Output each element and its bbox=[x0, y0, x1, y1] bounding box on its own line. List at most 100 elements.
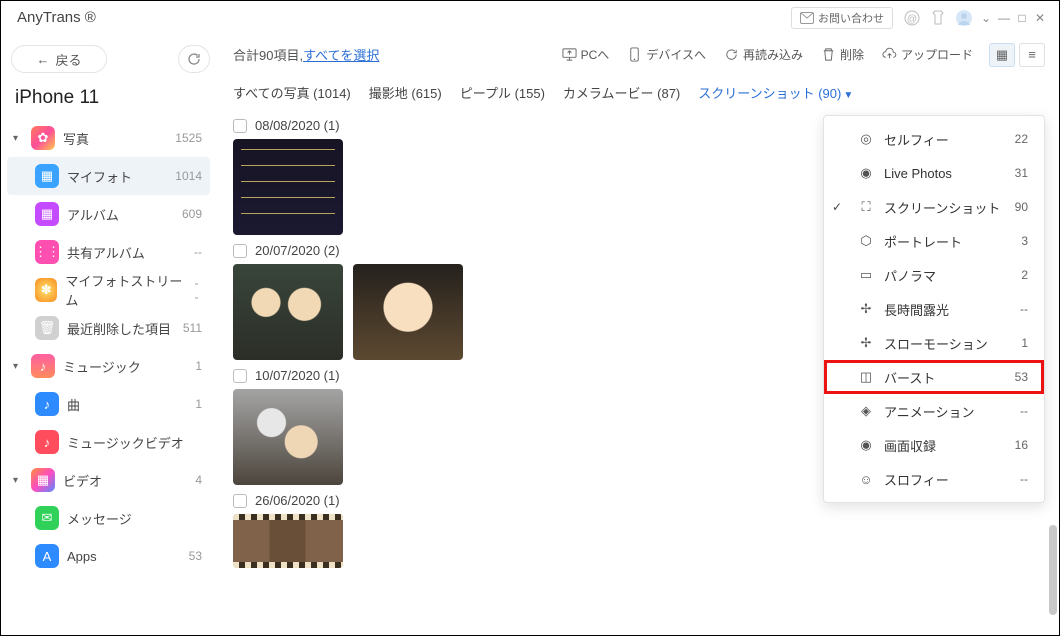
contact-button[interactable]: お問い合わせ bbox=[791, 7, 893, 29]
dropdown-label: セルフィー bbox=[884, 130, 949, 149]
group-checkbox[interactable] bbox=[233, 119, 247, 133]
chevron-down-icon[interactable]: ⌄ bbox=[977, 11, 995, 25]
sidebar-label: 曲 bbox=[67, 395, 80, 414]
minimize-button[interactable]: — bbox=[995, 11, 1013, 25]
grid-view-button[interactable]: ▦ bbox=[989, 43, 1015, 67]
sidebar-icon: ▦ bbox=[35, 164, 59, 188]
dropdown-item-画面収録[interactable]: ✓◉画面収録16 bbox=[824, 428, 1044, 462]
mail-icon bbox=[800, 12, 814, 24]
sidebar-count: 511 bbox=[183, 321, 202, 335]
sidebar-icon: ✿ bbox=[31, 126, 55, 150]
sidebar-count: 4 bbox=[195, 473, 202, 487]
thumb-row bbox=[233, 514, 1045, 568]
avatar-icon[interactable] bbox=[953, 7, 975, 29]
sidebar-label: メッセージ bbox=[67, 509, 132, 528]
dropdown-item-スクリーンショット[interactable]: ✓⛶スクリーンショット90 bbox=[824, 190, 1044, 224]
tshirt-icon[interactable] bbox=[927, 7, 949, 29]
help-icon[interactable]: @ bbox=[901, 7, 923, 29]
sidebar-item-マイフォトストリーム[interactable]: ✽マイフォトストリーム-- bbox=[7, 271, 210, 309]
list-view-button[interactable]: ≡ bbox=[1019, 43, 1045, 67]
category-icon: ◈ bbox=[858, 403, 874, 419]
contact-label: お問い合わせ bbox=[818, 10, 884, 26]
dropdown-count: 53 bbox=[1015, 370, 1028, 384]
photo-thumbnail[interactable] bbox=[233, 389, 343, 485]
tab-撮影地 (615)[interactable]: 撮影地 (615) bbox=[369, 83, 442, 102]
group-checkbox[interactable] bbox=[233, 244, 247, 258]
to-device-button[interactable]: デバイスへ bbox=[619, 41, 714, 69]
select-all-link[interactable]: すべてを選択 bbox=[303, 48, 379, 63]
photo-thumbnail[interactable] bbox=[233, 514, 343, 568]
screenshot-dropdown[interactable]: ✓◎セルフィー22✓◉Live Photos31✓⛶スクリーンショット90✓⬡ポ… bbox=[823, 115, 1045, 503]
sidebar-item-ミュージック[interactable]: ▾♪ミュージック1 bbox=[7, 347, 210, 385]
dropdown-label: スクリーンショット bbox=[884, 198, 1000, 217]
delete-button[interactable]: 削除 bbox=[813, 41, 872, 69]
sidebar-count: 609 bbox=[182, 207, 202, 221]
sidebar-item-ミュージックビデオ[interactable]: ♪ミュージックビデオ bbox=[7, 423, 210, 461]
sidebar-count: 1 bbox=[195, 397, 202, 411]
dropdown-item-Live Photos[interactable]: ✓◉Live Photos31 bbox=[824, 156, 1044, 190]
sidebar-label: ミュージック bbox=[63, 357, 141, 376]
tab-ピープル (155)[interactable]: ピープル (155) bbox=[460, 83, 545, 102]
sidebar-item-写真[interactable]: ▾✿写真1525 bbox=[7, 119, 210, 157]
group-checkbox[interactable] bbox=[233, 494, 247, 508]
close-button[interactable]: ✕ bbox=[1031, 11, 1049, 25]
dropdown-count: -- bbox=[1020, 302, 1028, 316]
phone-icon bbox=[627, 47, 642, 62]
sidebar-icon: ⋮⋮ bbox=[35, 240, 59, 264]
photo-thumbnail[interactable] bbox=[233, 139, 343, 235]
refresh-button[interactable] bbox=[178, 45, 210, 73]
sidebar-item-最近削除した項目[interactable]: 🗑最近削除した項目511 bbox=[7, 309, 210, 347]
sidebar-label: 写真 bbox=[63, 129, 89, 148]
tab-スクリーンショット (90)[interactable]: スクリーンショット (90)▼ bbox=[698, 83, 853, 102]
sidebar-item-マイフォト[interactable]: ▦マイフォト1014 bbox=[7, 157, 210, 195]
back-button[interactable]: ← 戻る bbox=[11, 45, 107, 73]
dropdown-count: -- bbox=[1020, 472, 1028, 486]
to-pc-button[interactable]: PCへ bbox=[554, 41, 618, 69]
sidebar-item-曲[interactable]: ♪曲1 bbox=[7, 385, 210, 423]
dropdown-item-スロフィー[interactable]: ✓☺スロフィー-- bbox=[824, 462, 1044, 496]
upload-button[interactable]: アップロード bbox=[874, 41, 981, 69]
sidebar-item-Apps[interactable]: AApps53 bbox=[7, 537, 210, 575]
dropdown-count: 1 bbox=[1021, 336, 1028, 350]
dropdown-item-ポートレート[interactable]: ✓⬡ポートレート3 bbox=[824, 224, 1044, 258]
scrollbar-thumb[interactable] bbox=[1049, 525, 1057, 615]
dropdown-item-スローモーション[interactable]: ✓✢スローモーション1 bbox=[824, 326, 1044, 360]
dropdown-item-パノラマ[interactable]: ✓▭パノラマ2 bbox=[824, 258, 1044, 292]
maximize-button[interactable]: □ bbox=[1013, 11, 1031, 25]
dropdown-item-バースト[interactable]: ✓◫バースト53 bbox=[824, 360, 1044, 394]
sidebar-icon: ▦ bbox=[31, 468, 55, 492]
photo-thumbnail[interactable] bbox=[233, 264, 343, 360]
dropdown-label: Live Photos bbox=[884, 166, 952, 181]
dropdown-label: パノラマ bbox=[884, 266, 936, 285]
sidebar-item-アルバム[interactable]: ▦アルバム609 bbox=[7, 195, 210, 233]
trash-icon bbox=[821, 47, 836, 62]
sidebar-item-共有アルバム[interactable]: ⋮⋮共有アルバム-- bbox=[7, 233, 210, 271]
sidebar: ← 戻る iPhone 11 ▾✿写真1525▦マイフォト1014▦アルバム60… bbox=[1, 35, 219, 637]
dropdown-count: 90 bbox=[1015, 200, 1028, 214]
reload-button[interactable]: 再読み込み bbox=[716, 41, 811, 69]
sidebar-item-メッセージ[interactable]: ✉メッセージ bbox=[7, 499, 210, 537]
arrow-left-icon: ← bbox=[36, 52, 49, 67]
back-label: 戻る bbox=[55, 50, 81, 69]
tab-カメラムービー (87)[interactable]: カメラムービー (87) bbox=[563, 83, 680, 102]
refresh-icon bbox=[187, 52, 201, 66]
category-icon: ⬡ bbox=[858, 233, 874, 249]
dropdown-label: 長時間露光 bbox=[884, 300, 949, 319]
cloud-up-icon bbox=[882, 47, 897, 62]
sidebar-icon: 🗑 bbox=[35, 316, 59, 340]
caret-icon: ▾ bbox=[13, 475, 23, 486]
dropdown-item-アニメーション[interactable]: ✓◈アニメーション-- bbox=[824, 394, 1044, 428]
group-date: 10/07/2020 (1) bbox=[255, 368, 340, 383]
caret-icon: ▾ bbox=[13, 361, 23, 372]
dropdown-item-長時間露光[interactable]: ✓✢長時間露光-- bbox=[824, 292, 1044, 326]
tab-すべての写真 (1014)[interactable]: すべての写真 (1014) bbox=[233, 83, 351, 102]
reload-icon bbox=[724, 47, 739, 62]
dropdown-item-セルフィー[interactable]: ✓◎セルフィー22 bbox=[824, 122, 1044, 156]
sidebar-item-ビデオ[interactable]: ▾ ▦ ビデオ 4 bbox=[7, 461, 210, 499]
group-checkbox[interactable] bbox=[233, 369, 247, 383]
sidebar-icon: ♪ bbox=[35, 430, 59, 454]
sidebar-label: ビデオ bbox=[63, 471, 102, 490]
photo-thumbnail[interactable] bbox=[353, 264, 463, 360]
category-icon: ◉ bbox=[858, 165, 874, 181]
category-icon: ◉ bbox=[858, 437, 874, 453]
